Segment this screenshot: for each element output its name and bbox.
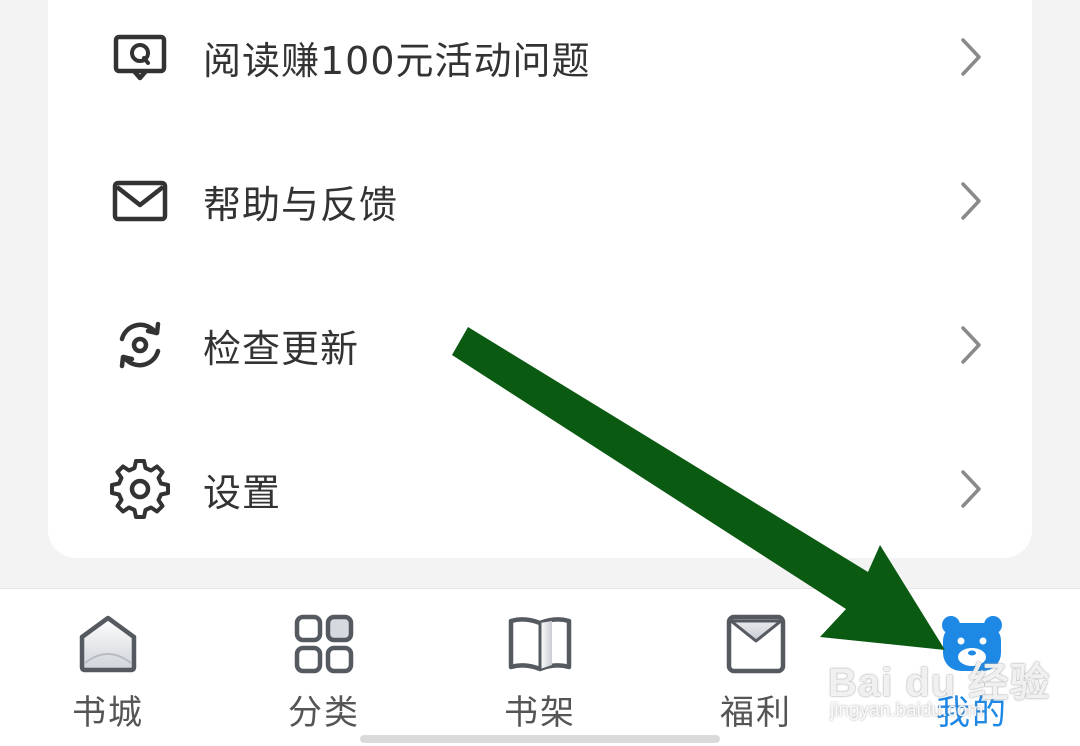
question-chat-icon [110,27,170,87]
menu-item-help-feedback[interactable]: 帮助与反馈 [48,129,1032,273]
tab-label: 书城 [72,693,144,733]
menu-item-label: 检查更新 [203,326,360,371]
bottom-tab-bar: 书城 分类 书架 福利 我的 [0,588,1080,746]
tab-label: 书架 [504,693,576,733]
tab-welfare[interactable]: 福利 [676,589,836,746]
chevron-right-icon [953,323,989,367]
book-icon [507,611,573,677]
refresh-icon [110,315,170,375]
chevron-right-icon [953,467,989,511]
home-indicator [360,735,720,743]
home-icon [75,611,141,677]
chevron-right-icon [953,179,989,223]
bear-face-icon [939,611,1005,677]
tab-category[interactable]: 分类 [244,589,404,746]
tab-bookstore[interactable]: 书城 [28,589,188,746]
menu-item-settings[interactable]: 设置 [48,417,1032,561]
tab-bookshelf[interactable]: 书架 [460,589,620,746]
envelope-icon [723,611,789,677]
chevron-right-icon [953,35,989,79]
tab-label: 福利 [720,693,792,733]
menu-item-reading-reward-faq[interactable]: 阅读赚100元活动问题 [48,0,1032,129]
mail-icon [110,171,170,231]
tab-mine[interactable]: 我的 [892,589,1052,746]
tab-label: 分类 [288,693,360,733]
grid-icon [291,611,357,677]
gear-icon [110,459,170,519]
menu-item-label: 阅读赚100元活动问题 [203,38,591,83]
menu-item-check-update[interactable]: 检查更新 [48,273,1032,417]
tab-label: 我的 [936,693,1008,733]
menu-item-label: 设置 [203,470,282,515]
menu-item-label: 帮助与反馈 [203,182,399,227]
